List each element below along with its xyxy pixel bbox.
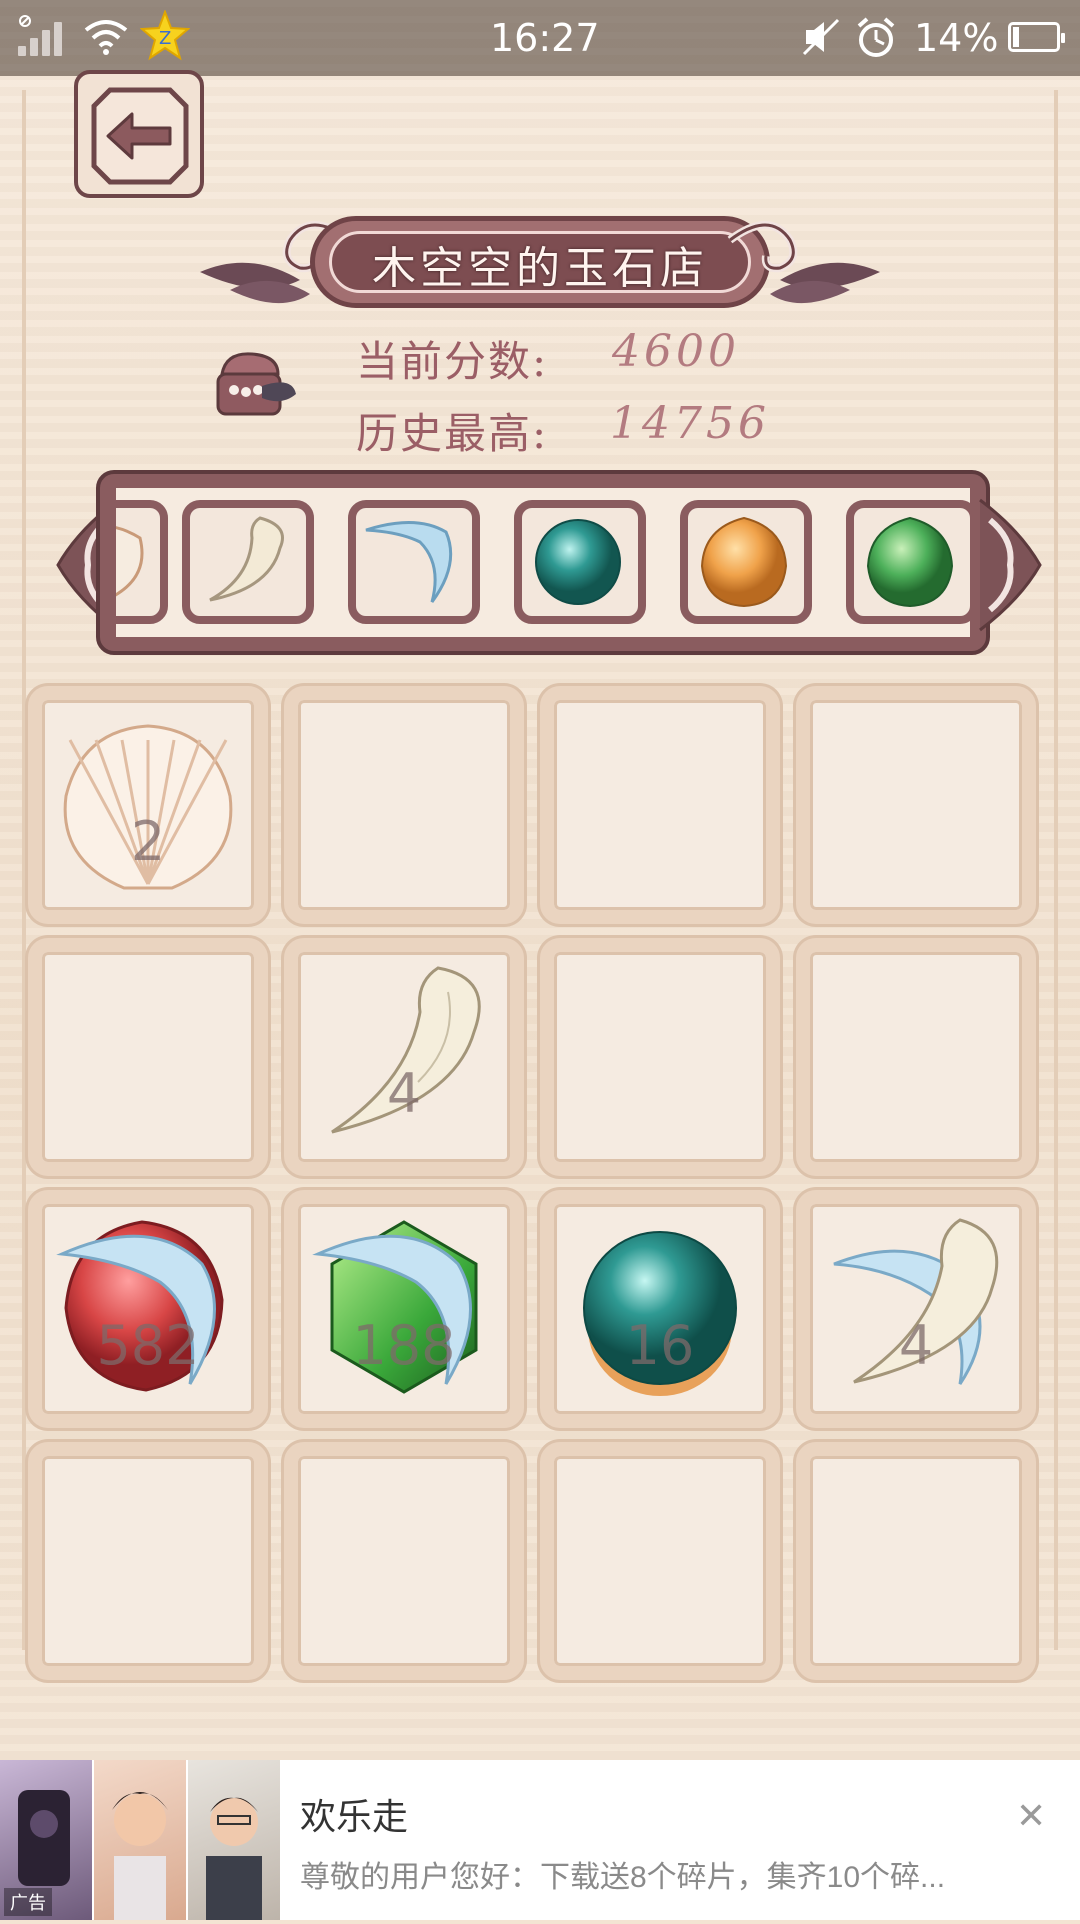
teal-pearl-icon (583, 1231, 737, 1396)
best-score-value: 14756 (610, 398, 770, 449)
strip-slot-green-gem (846, 500, 970, 624)
battery-icon (1008, 22, 1065, 52)
board-cell-red-gem-claw[interactable]: 582 (28, 1190, 268, 1428)
board-cell-empty[interactable] (540, 1442, 780, 1680)
svg-text:Z: Z (159, 28, 171, 49)
tooth-icon (331, 966, 481, 1134)
board-cell-empty[interactable] (796, 1442, 1036, 1680)
game-board: 2 4 582 188 16 4 (28, 686, 1056, 1706)
current-score-value: 4600 (612, 326, 740, 377)
cell-value-label: 188 (352, 1314, 456, 1377)
current-score-label: 当前分数: (356, 337, 549, 386)
cell-value-label: 4 (898, 1314, 934, 1377)
gem-strip-track (116, 488, 970, 637)
ad-description: 尊敬的用户您好：下载送8个碎片，集齐10个碎... (300, 1861, 946, 1894)
board-cell-empty[interactable] (284, 686, 524, 924)
strip-right-ornament (979, 498, 1042, 632)
strip-slot-tooth (182, 500, 314, 624)
board-cell-shell[interactable]: 2 (28, 686, 268, 924)
strip-slot-teal-pearl (514, 500, 646, 624)
board-cell-empty[interactable] (540, 686, 780, 924)
cell-value-label: 2 (130, 810, 166, 873)
battery-percentage: 14% (914, 16, 999, 60)
qq-star-icon: Z (140, 10, 190, 61)
alarm-icon (857, 17, 895, 57)
ad-thumbnail-person-2 (188, 1760, 280, 1920)
blue-claw-icon (365, 521, 453, 603)
back-arrow-icon (91, 87, 189, 185)
green-gem-claw-icon (312, 1220, 478, 1394)
best-score-label: 历史最高: (356, 409, 549, 458)
board-cell-empty[interactable] (796, 938, 1036, 1176)
ad-label: 广告 (4, 1888, 52, 1916)
frame-left-border (22, 90, 26, 1650)
jewelry-box-icon (216, 352, 296, 416)
cell-value-label: 16 (625, 1314, 695, 1377)
gem-evolution-strip (96, 470, 990, 655)
ad-app-name: 欢乐走 (300, 1796, 409, 1837)
board-cell-empty[interactable] (540, 938, 780, 1176)
board-cell-empty[interactable] (284, 1442, 524, 1680)
board-cell-green-gem-claw[interactable]: 188 (284, 1190, 524, 1428)
wifi-icon (84, 20, 128, 55)
cell-value-label: 582 (96, 1314, 200, 1377)
board-cell-empty[interactable] (28, 1442, 268, 1680)
strip-slot-orange-gem (680, 500, 812, 624)
tooth-claw-icon (833, 1218, 999, 1385)
ad-thumbnail-person-1 (94, 1760, 186, 1920)
strip-slot-shell (116, 500, 168, 624)
green-gem-icon (866, 516, 954, 608)
close-icon[interactable]: ✕ (1016, 1796, 1046, 1837)
cell-value-label: 4 (386, 1062, 422, 1125)
banner-right-ornament (727, 221, 880, 304)
board-cell-tooth-claw[interactable]: 4 (796, 1190, 1036, 1428)
ad-banner[interactable]: 欢乐走 尊敬的用户您好：下载送8个碎片，集齐10个碎... ✕ 广告 (0, 1760, 1080, 1920)
orange-gem-icon (700, 516, 788, 608)
board-cell-empty[interactable] (28, 938, 268, 1176)
red-gem-claw-icon (56, 1220, 224, 1392)
clock-time: 16:27 (490, 16, 600, 60)
shell-icon (63, 724, 233, 890)
mute-icon (802, 18, 840, 56)
status-bar: Z 16:27 14% (0, 0, 1080, 76)
title-banner: 木空空的玉石店 (190, 210, 890, 320)
teal-pearl-icon (535, 519, 621, 605)
back-button[interactable] (74, 70, 204, 198)
signal-icon (18, 15, 68, 56)
board-cell-tooth[interactable]: 4 (284, 938, 524, 1176)
board-cell-empty[interactable] (796, 686, 1036, 924)
tooth-icon (209, 516, 284, 602)
strip-slot-blue-claw (348, 500, 480, 624)
board-cell-teal-pearl[interactable]: 16 (540, 1190, 780, 1428)
battery-fill (1013, 27, 1019, 47)
shell-icon (116, 526, 144, 597)
